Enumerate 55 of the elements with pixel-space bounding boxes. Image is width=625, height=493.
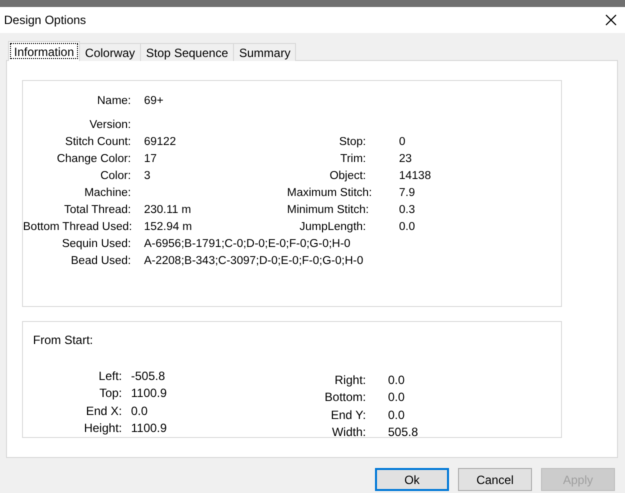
field-value: 14138 bbox=[399, 169, 432, 184]
field-value: A-2208;B-343;C-3097;D-0;E-0;F-0;G-0;H-0 bbox=[143, 254, 364, 269]
field-value: 230.11 m bbox=[143, 203, 192, 218]
field-value: 505.8 bbox=[387, 425, 420, 440]
close-icon[interactable] bbox=[605, 14, 617, 26]
field-value: 152.94 m bbox=[143, 220, 193, 235]
window-title: Design Options bbox=[4, 13, 86, 27]
field-label: End Y: bbox=[330, 408, 367, 422]
ok-button[interactable]: Ok bbox=[375, 468, 449, 491]
field-label: Height: bbox=[82, 421, 123, 436]
field-label: Bead Used: bbox=[70, 254, 132, 269]
field-value: 0.0 bbox=[387, 372, 406, 387]
field-label: End X: bbox=[84, 404, 123, 418]
field-label: Width: bbox=[330, 425, 367, 440]
field-label: Right: bbox=[334, 372, 367, 387]
field-label: Version: bbox=[88, 118, 132, 133]
field-value: -505.8 bbox=[130, 368, 166, 383]
field-value: 0.0 bbox=[130, 404, 149, 418]
field-label: Maximum Stitch: bbox=[287, 186, 373, 201]
field-label: Minimum Stitch: bbox=[287, 203, 370, 218]
field-value: 1100.9 bbox=[130, 421, 168, 436]
field-label: Top: bbox=[98, 386, 123, 400]
field-value: 3 bbox=[143, 169, 152, 184]
field-label: Sequin Used: bbox=[60, 237, 132, 252]
field-label: Change Color: bbox=[56, 152, 132, 167]
field-value: 0.0 bbox=[399, 220, 416, 235]
field-value: 69122 bbox=[143, 135, 177, 150]
field-value: 0 bbox=[399, 135, 406, 150]
tab[interactable]: Information bbox=[8, 41, 80, 61]
field-value: A-6956;B-1791;C-0;D-0;E-0;F-0;G-0;H-0 bbox=[143, 237, 352, 252]
field-label: Total Thread: bbox=[63, 203, 132, 218]
field-label: Machine: bbox=[83, 186, 132, 201]
field-value: 0.0 bbox=[387, 408, 406, 422]
field-label: Name: bbox=[96, 94, 132, 109]
field-value: 17 bbox=[143, 152, 158, 167]
field-value: 23 bbox=[399, 152, 413, 167]
field-label: Left: bbox=[98, 368, 123, 383]
section-title: From Start: bbox=[33, 333, 94, 349]
field-label: Color: bbox=[99, 169, 132, 184]
field-label: JumpLength: bbox=[298, 220, 367, 235]
field-label: Stitch Count: bbox=[64, 135, 132, 150]
tab[interactable]: Summary bbox=[233, 43, 296, 61]
tab[interactable]: Colorway bbox=[79, 43, 142, 61]
field-value: 0.3 bbox=[399, 203, 416, 218]
field-value: 69+ bbox=[143, 94, 165, 109]
field-value: 7.9 bbox=[399, 186, 416, 201]
field-label: Trim: bbox=[339, 152, 367, 167]
field-value: 0.0 bbox=[387, 390, 406, 404]
field-label: Bottom: bbox=[324, 390, 367, 404]
field-label: Stop: bbox=[338, 135, 367, 150]
field-value: 1100.9 bbox=[130, 386, 168, 400]
field-label: Object: bbox=[328, 169, 367, 184]
tab[interactable]: Stop Sequence bbox=[140, 43, 234, 61]
field-label: Bottom Thread Used: bbox=[23, 220, 134, 235]
dialog-button[interactable]: Cancel bbox=[458, 468, 532, 491]
